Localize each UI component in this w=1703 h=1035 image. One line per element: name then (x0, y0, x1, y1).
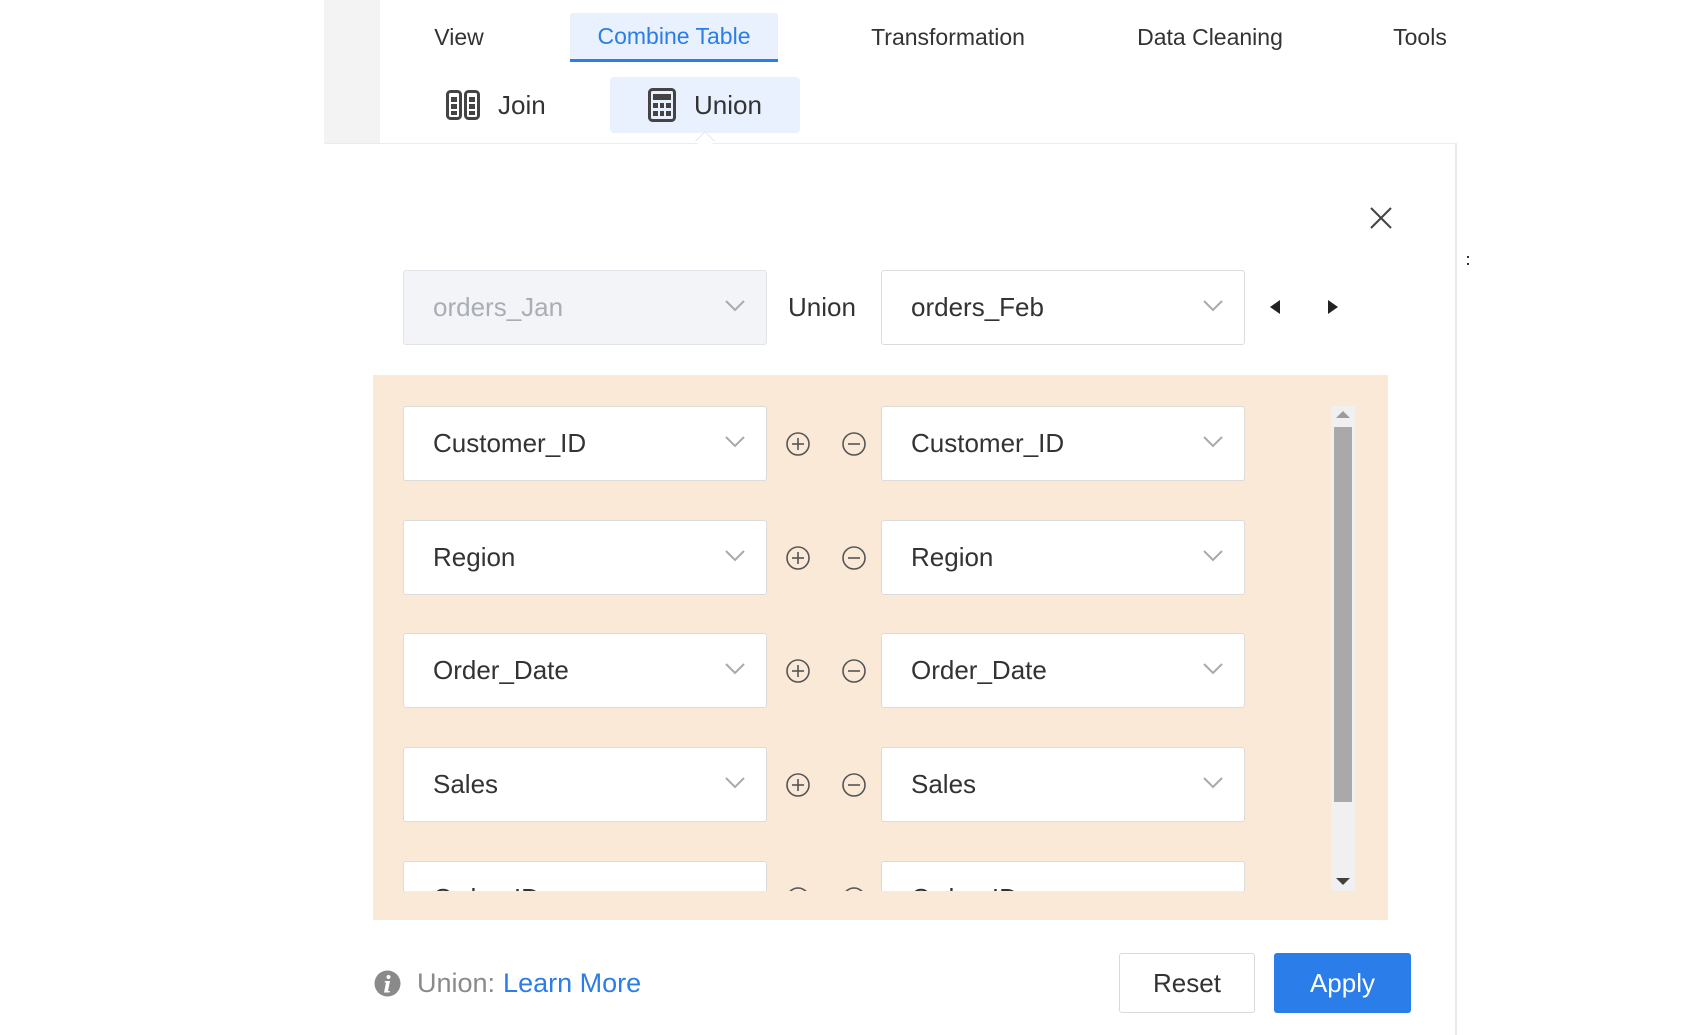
left-column-select[interactable]: Order_Date (403, 633, 767, 708)
mapping-row: Order_ID Order_ID (373, 861, 1388, 891)
chevron-down-icon (725, 663, 745, 675)
union-operator-label: Union (788, 292, 856, 322)
chevron-down-icon (1203, 663, 1223, 675)
remove-circle-icon[interactable] (841, 431, 867, 457)
right-column-select[interactable]: Customer_ID (881, 406, 1245, 481)
chevron-down-icon (725, 777, 745, 789)
add-circle-icon[interactable] (785, 886, 811, 891)
right-column-select[interactable]: Order_ID (881, 861, 1245, 891)
add-circle-icon[interactable] (785, 545, 811, 571)
mapping-row: Customer_ID Customer_ID (373, 406, 1388, 481)
learn-more-link[interactable]: Learn More (503, 968, 641, 999)
right-column-value: Sales (911, 769, 977, 799)
right-column-value: Order_ID (911, 883, 1018, 891)
left-column-value: Order_Date (433, 655, 569, 685)
tab-tools[interactable]: Tools (1380, 13, 1460, 62)
scroll-down-arrow-icon[interactable] (1336, 878, 1350, 885)
left-column-value: Customer_ID (433, 428, 587, 458)
close-icon[interactable] (1368, 205, 1394, 231)
more-handle-icon[interactable] (1467, 256, 1470, 268)
scroll-up-arrow-icon[interactable] (1336, 411, 1350, 418)
join-tool-label: Join (498, 89, 546, 120)
union-tool-button[interactable]: Union (610, 77, 800, 133)
right-column-select[interactable]: Order_Date (881, 633, 1245, 708)
union-help-text: Union: Learn More (374, 968, 641, 999)
tab-combine-table[interactable]: Combine Table (570, 13, 778, 62)
remove-circle-icon[interactable] (841, 658, 867, 684)
column-mapping-panel: Customer_ID Customer_ID Region Region Or… (373, 375, 1388, 920)
apply-button[interactable]: Apply (1274, 953, 1411, 1013)
right-column-value: Customer_ID (911, 428, 1065, 458)
chevron-down-icon (1203, 436, 1223, 448)
help-prefix: Union: (417, 968, 496, 998)
mapping-scrollbar[interactable] (1331, 406, 1355, 891)
left-column-select[interactable]: Customer_ID (403, 406, 767, 481)
remove-circle-icon[interactable] (841, 886, 867, 891)
left-column-value: Order_ID (433, 883, 540, 891)
remove-circle-icon[interactable] (841, 545, 867, 571)
right-column-select[interactable]: Region (881, 520, 1245, 595)
chevron-down-icon (725, 436, 745, 448)
union-dialog: orders_Jan Union orders_Feb Customer_ID … (324, 144, 1457, 1035)
left-column-select[interactable]: Order_ID (403, 861, 767, 891)
chevron-down-icon (1203, 550, 1223, 562)
mapping-row: Order_Date Order_Date (373, 633, 1388, 708)
right-column-value: Order_Date (911, 655, 1047, 685)
add-circle-icon[interactable] (785, 431, 811, 457)
right-table-select[interactable]: orders_Feb (881, 270, 1245, 345)
join-tool-button[interactable]: Join (442, 77, 582, 133)
mapping-row: Sales Sales (373, 747, 1388, 822)
chevron-down-icon (1203, 777, 1223, 789)
join-table-icon (446, 90, 480, 120)
remove-circle-icon[interactable] (841, 772, 867, 798)
right-column-select[interactable]: Sales (881, 747, 1245, 822)
info-icon (374, 970, 401, 997)
scroll-thumb[interactable] (1334, 427, 1352, 802)
chevron-down-icon (724, 890, 746, 891)
left-column-value: Region (433, 542, 516, 572)
tab-data-cleaning[interactable]: Data Cleaning (1120, 13, 1300, 62)
previous-arrow-icon[interactable] (1268, 298, 1282, 316)
union-tool-label: Union (694, 89, 762, 120)
chevron-down-icon (1202, 890, 1224, 891)
right-table-value: orders_Feb (911, 292, 1044, 322)
tab-transformation[interactable]: Transformation (848, 13, 1048, 62)
right-column-value: Region (911, 542, 994, 572)
left-table-select[interactable]: orders_Jan (403, 270, 767, 345)
reset-button[interactable]: Reset (1119, 953, 1255, 1013)
tab-view[interactable]: View (414, 13, 504, 62)
add-circle-icon[interactable] (785, 772, 811, 798)
left-column-select[interactable]: Region (403, 520, 767, 595)
left-column-select[interactable]: Sales (403, 747, 767, 822)
left-table-value: orders_Jan (433, 292, 564, 322)
side-panel-strip (324, 0, 380, 144)
chevron-down-icon (725, 550, 745, 562)
chevron-down-icon (725, 300, 745, 312)
next-arrow-icon[interactable] (1326, 298, 1340, 316)
column-mapping-list: Customer_ID Customer_ID Region Region Or… (373, 375, 1388, 891)
union-table-icon (648, 88, 676, 122)
mapping-row: Region Region (373, 520, 1388, 595)
add-circle-icon[interactable] (785, 658, 811, 684)
left-column-value: Sales (433, 769, 499, 799)
chevron-down-icon (1203, 300, 1223, 312)
